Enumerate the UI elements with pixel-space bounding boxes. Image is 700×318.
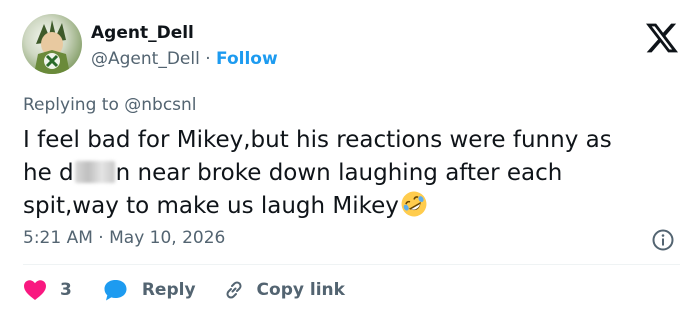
- replying-to: Replying to @nbcsnl: [23, 95, 197, 115]
- author-handle-line: @Agent_Dell · Follow: [91, 49, 278, 69]
- tweet-line-2-after: n near broke down laughing after each: [115, 160, 563, 186]
- tweet-time: 5:21 AM: [23, 228, 93, 248]
- censored-word-blur: [74, 161, 115, 183]
- rolling-on-floor-laughing-emoji-icon: [401, 191, 427, 217]
- author-name[interactable]: Agent_Dell: [91, 23, 194, 43]
- heart-icon: [24, 280, 46, 300]
- replying-to-mention[interactable]: @nbcsnl: [124, 95, 196, 115]
- link-icon: [226, 281, 242, 299]
- like-count: 3: [60, 280, 72, 300]
- handle-separator: ·: [205, 49, 211, 69]
- tweet-line-2-before: he d: [23, 160, 74, 186]
- tweet-date: May 10, 2026: [109, 228, 226, 248]
- info-icon[interactable]: [651, 228, 675, 252]
- reply-bubble-icon: [104, 280, 127, 301]
- timestamp-separator: ·: [98, 228, 104, 248]
- tweet-line-2: he d n near broke down laughing after eac…: [23, 157, 683, 190]
- copy-link-label: Copy link: [256, 280, 345, 300]
- divider: [23, 264, 680, 265]
- tweet-line-1: I feel bad for Mikey,but his reactions w…: [23, 127, 612, 153]
- x-logo-icon[interactable]: [645, 22, 679, 54]
- reply-button[interactable]: Reply: [103, 278, 196, 302]
- action-bar: 3 Reply Copy link: [23, 277, 345, 303]
- reply-label: Reply: [141, 280, 196, 300]
- author-handle[interactable]: @Agent_Dell: [91, 49, 200, 69]
- tweet-text: I feel bad for Mikey,but his reactions w…: [23, 124, 683, 223]
- replying-to-prefix: Replying to: [23, 95, 119, 115]
- tweet-line-3: spit,way to make us laugh Mikey: [23, 190, 683, 223]
- follow-button[interactable]: Follow: [216, 49, 278, 69]
- copy-link-button[interactable]: Copy link: [222, 278, 345, 302]
- avatar[interactable]: [22, 14, 82, 74]
- avatar-image: [34, 20, 70, 74]
- tweet-line-3-text: spit,way to make us laugh Mikey: [23, 193, 399, 219]
- tweet-timestamp[interactable]: 5:21 AM · May 10, 2026: [23, 228, 225, 248]
- like-button[interactable]: 3: [23, 279, 72, 301]
